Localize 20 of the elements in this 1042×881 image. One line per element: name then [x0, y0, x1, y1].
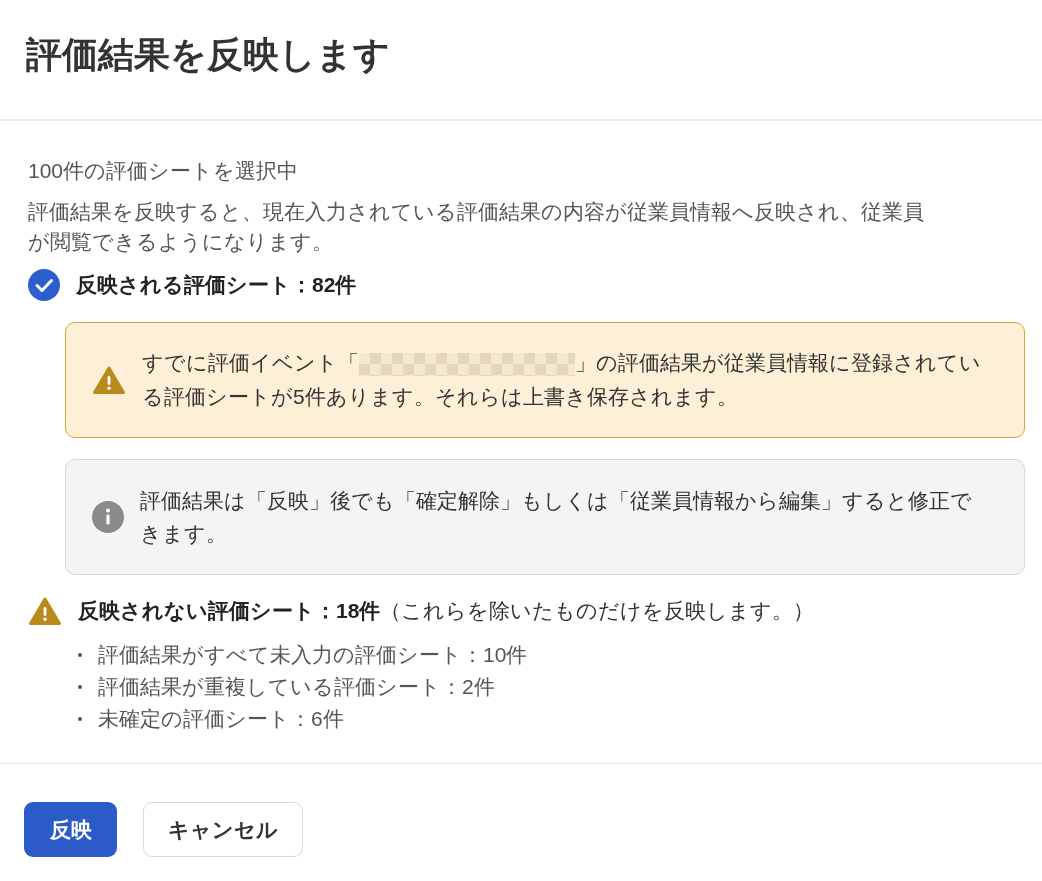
list-item-text: 未確定の評価シート：6件 — [98, 706, 344, 732]
bullet-icon — [78, 717, 82, 721]
intro-text: 100件の評価シートを選択中 — [28, 158, 299, 184]
notice-text: すでに評価イベント「 」の評価結果が従業員情報に登録されている評価シートが5件あります。それらは上書き保存されます。 — [142, 350, 983, 410]
cancel-button[interactable]: キャンセル — [143, 802, 303, 857]
check-circle-icon — [28, 269, 60, 301]
warning-icon — [92, 365, 126, 395]
list-item-text: 評価結果がすべて未入力の評価シート：10件 — [98, 642, 528, 668]
bullet-icon — [78, 685, 82, 689]
group-heading: 反映されない評価シート：18件 — [78, 598, 381, 625]
group-heading: 反映される評価シート：82件 — [76, 272, 357, 298]
list-item-text: 評価結果が重複している評価シート：2件 — [98, 674, 495, 700]
dialog-title: 評価結果を反映します — [26, 32, 390, 77]
intro-text: 評価結果を反映すると、現在入力されている評価結果の内容が従業員情報へ反映され、従業員が閲覧できるようになります。 — [28, 199, 925, 255]
notice-text: 評価結果は「反映」後でも「確定解除」もしくは「従業員情報から編集」すると修正できます。 — [140, 488, 973, 547]
bullet-icon — [78, 653, 82, 657]
apply-button[interactable]: 反映 — [24, 802, 117, 857]
info-icon — [92, 501, 124, 533]
group-note: （これらを除いたものだけを反映します。） — [380, 598, 815, 624]
warning-icon — [28, 596, 62, 626]
